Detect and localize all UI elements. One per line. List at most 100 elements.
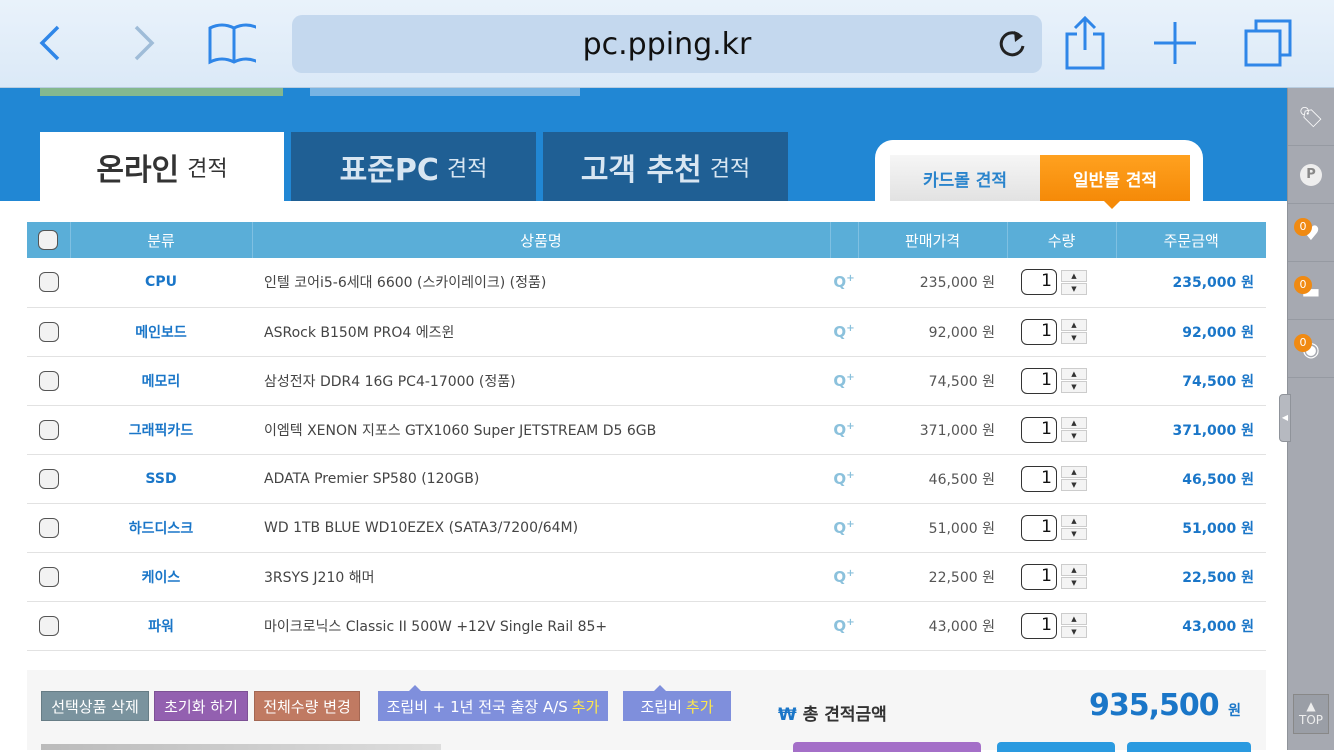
right-sidebar: 🏷 P ♥ 0 ▬ 0 ◉ 0 ◀ ▲ TOP [1279,88,1334,750]
decrement-icon[interactable]: ▼ [1061,430,1087,442]
zoom-plus-icon[interactable]: Q+ [830,405,858,455]
zoom-plus-icon[interactable]: Q+ [830,454,858,504]
total-amount: 935,500 원 [1089,688,1241,723]
product-name[interactable]: ADATA Premier SP580 (120GB) [252,454,830,504]
row-checkbox[interactable] [38,370,59,391]
increment-icon[interactable]: ▲ [1061,613,1087,625]
quantity-stepper[interactable]: 1 ▲ ▼ [1021,563,1087,590]
quantity-stepper[interactable]: 1 ▲ ▼ [1021,318,1087,345]
quantity-input[interactable]: 1 [1021,318,1057,345]
action-button-clipped[interactable] [1127,742,1251,752]
bookmarks-icon[interactable] [206,18,256,68]
category[interactable]: 메모리 [70,356,252,406]
product-name[interactable]: ASRock B150M PRO4 에즈윈 [252,307,830,357]
sidebar-collapse-handle[interactable]: ◀ [1279,394,1291,442]
add-assembly-as-button[interactable]: 조립비 + 1년 전국 출장 A/S 추가 [378,685,608,721]
action-button-clipped[interactable] [997,742,1115,752]
row-checkbox[interactable] [38,566,59,587]
forward-icon[interactable] [118,18,168,68]
quantity-input[interactable]: 1 [1021,269,1057,296]
tab-standard-pc[interactable]: 표준PC 견적 [291,132,536,201]
decrement-icon[interactable]: ▼ [1061,282,1087,295]
quantity-input[interactable]: 1 [1021,612,1057,639]
zoom-plus-icon[interactable]: Q+ [830,552,858,602]
quantity-input[interactable]: 1 [1021,514,1057,541]
tab-online-estimate[interactable]: 온라인 견적 [40,132,284,201]
wishlist-icon[interactable]: ♥ 0 [1288,204,1334,262]
select-all-checkbox[interactable] [38,230,59,250]
increment-icon[interactable]: ▲ [1061,466,1087,478]
quantity-input[interactable]: 1 [1021,465,1057,492]
order-amount: 46,500 원 [1116,454,1266,504]
zoom-plus-icon[interactable]: Q+ [830,601,858,651]
quantity-stepper[interactable]: 1 ▲ ▼ [1021,416,1087,443]
category[interactable]: SSD [70,454,252,504]
new-tab-icon[interactable] [1150,18,1200,68]
product-name[interactable]: 인텔 코어i5-6세대 6600 (스카이레이크) (정품) [252,258,830,308]
quantity-input[interactable]: 1 [1021,367,1057,394]
url-bar[interactable]: pc.pping.kr [292,15,1042,73]
tab-label: 고객 추천 [580,152,702,188]
quantity-stepper[interactable]: 1 ▲ ▼ [1021,465,1087,492]
change-all-qty-button[interactable]: 전체수량 변경 [254,691,360,721]
increment-icon[interactable]: ▲ [1061,319,1087,331]
reset-button[interactable]: 초기화 하기 [154,691,248,721]
quantity-stepper[interactable]: 1 ▲ ▼ [1021,269,1087,296]
increment-icon[interactable]: ▲ [1061,564,1087,576]
row-checkbox[interactable] [38,517,59,538]
tabs-icon[interactable] [1242,18,1292,68]
cart-icon[interactable]: ▬ 0 [1288,262,1334,320]
delete-selected-button[interactable]: 선택상품 삭제 [41,691,149,721]
tab-card-mall[interactable]: 카드몰 견적 [890,155,1040,201]
quantity-stepper[interactable]: 1 ▲ ▼ [1021,367,1087,394]
product-name[interactable]: 이엠텍 XENON 지포스 GTX1060 Super JETSTREAM D5… [252,405,830,455]
category[interactable]: 파워 [70,601,252,651]
recent-view-icon[interactable]: ◉ 0 [1288,320,1334,378]
row-checkbox[interactable] [38,468,59,489]
category[interactable]: 그래픽카드 [70,405,252,455]
header-category: 분류 [69,222,252,258]
row-checkbox[interactable] [38,321,59,342]
active-tab-pointer [1104,201,1120,217]
category[interactable]: 하드디스크 [70,503,252,553]
tab-general-mall[interactable]: 일반몰 견적 [1040,155,1190,201]
add-assembly-button[interactable]: 조립비 추가 [623,685,731,721]
decrement-icon[interactable]: ▼ [1061,528,1087,540]
quantity-stepper[interactable]: 1 ▲ ▼ [1021,612,1087,639]
share-icon[interactable] [1060,16,1110,70]
zoom-plus-icon[interactable]: Q+ [830,307,858,357]
order-button-clipped[interactable] [793,742,981,752]
back-icon[interactable] [26,18,76,68]
decrement-icon[interactable]: ▼ [1061,479,1087,491]
decrement-icon[interactable]: ▼ [1061,626,1087,638]
category[interactable]: 케이스 [70,552,252,602]
quantity-input[interactable]: 1 [1021,416,1057,443]
reload-icon[interactable] [996,27,1028,69]
increment-icon[interactable]: ▲ [1061,269,1087,282]
zoom-plus-icon[interactable]: Q+ [830,356,858,406]
decrement-icon[interactable]: ▼ [1061,577,1087,589]
increment-icon[interactable]: ▲ [1061,417,1087,429]
product-name[interactable]: 삼성전자 DDR4 16G PC4-17000 (정품) [252,356,830,406]
row-checkbox[interactable] [38,272,59,293]
zoom-plus-icon[interactable]: Q+ [830,503,858,553]
total-label: 총 견적금액 [802,705,887,725]
category[interactable]: CPU [70,258,252,308]
quantity-stepper[interactable]: 1 ▲ ▼ [1021,514,1087,541]
scroll-top-button[interactable]: ▲ TOP [1293,694,1329,734]
row-checkbox[interactable] [38,615,59,636]
decrement-icon[interactable]: ▼ [1061,381,1087,393]
decrement-icon[interactable]: ▼ [1061,332,1087,344]
increment-icon[interactable]: ▲ [1061,515,1087,527]
product-name[interactable]: 3RSYS J210 해머 [252,552,830,602]
quantity-input[interactable]: 1 [1021,563,1057,590]
product-name[interactable]: 마이크로닉스 Classic II 500W +12V Single Rail … [252,601,830,651]
zoom-plus-icon[interactable]: Q+ [830,258,858,308]
category[interactable]: 메인보드 [70,307,252,357]
point-icon[interactable]: P [1288,146,1334,204]
product-name[interactable]: WD 1TB BLUE WD10EZEX (SATA3/7200/64M) [252,503,830,553]
tag-icon[interactable]: 🏷 [1288,88,1334,146]
row-checkbox[interactable] [38,419,59,440]
tab-customer-recommend[interactable]: 고객 추천 견적 [543,132,788,201]
increment-icon[interactable]: ▲ [1061,368,1087,380]
